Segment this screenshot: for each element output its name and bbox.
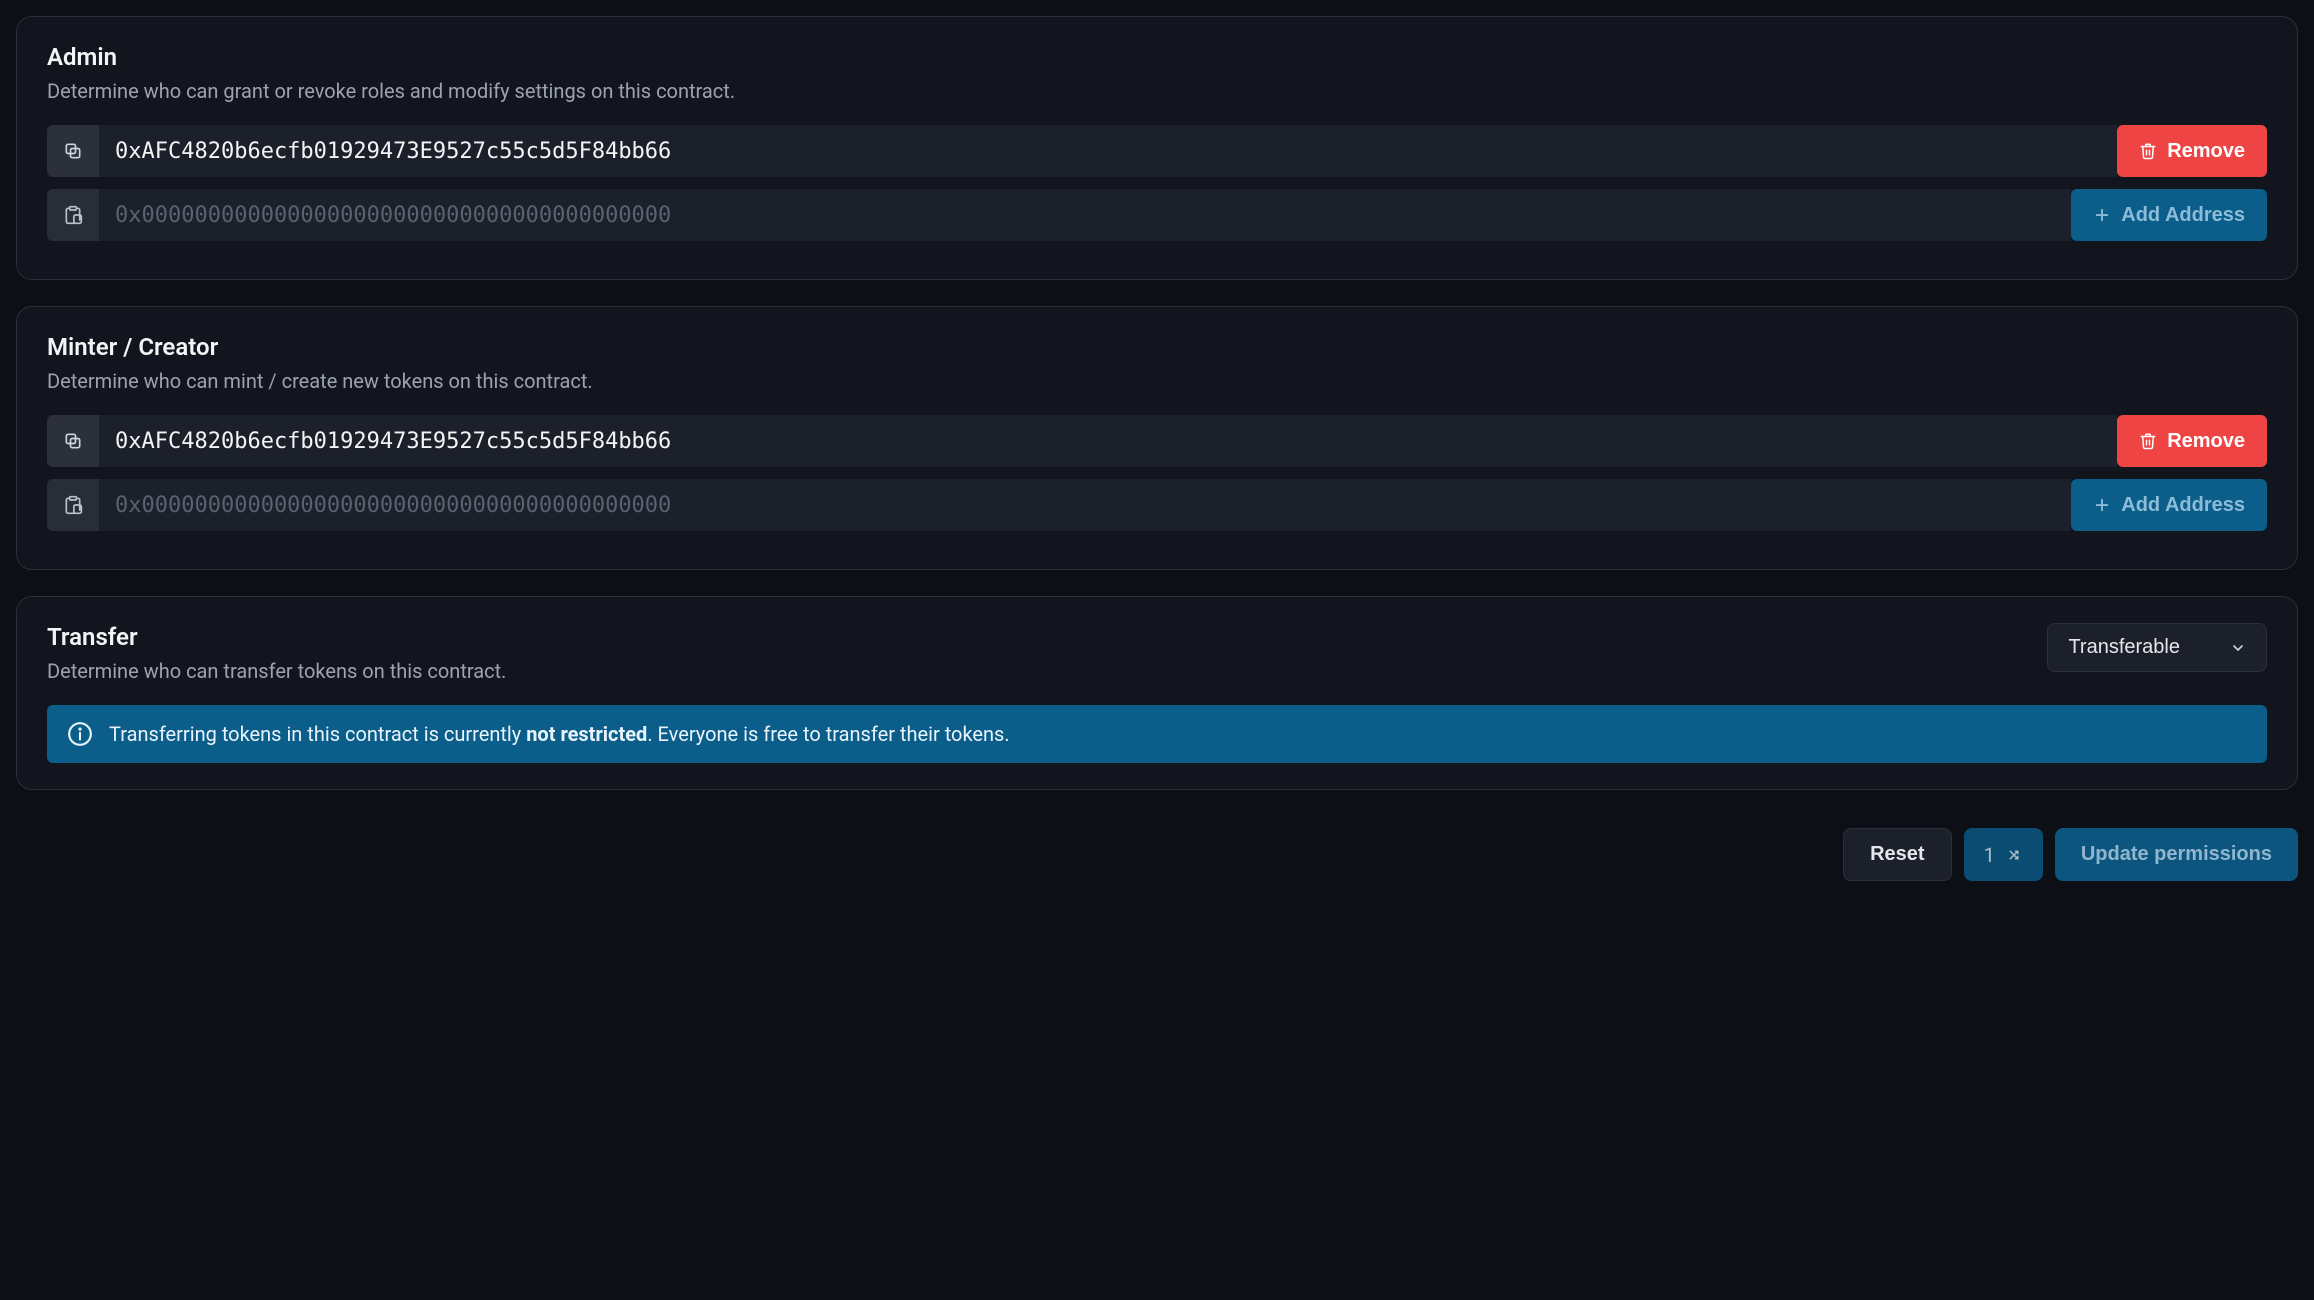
remove-button[interactable]: Remove xyxy=(2117,415,2267,467)
reset-button[interactable]: Reset xyxy=(1843,828,1951,881)
minter-address-row: Remove xyxy=(47,415,2267,467)
admin-address-wrap xyxy=(99,125,2117,177)
minter-title: Minter / Creator xyxy=(47,333,2267,361)
info-icon xyxy=(67,721,93,747)
copy-button[interactable] xyxy=(47,415,99,467)
admin-add-wrap xyxy=(99,189,2071,241)
transfer-title: Transfer xyxy=(47,623,506,651)
minter-address-input[interactable] xyxy=(99,429,2117,454)
minter-add-row: Add Address xyxy=(47,479,2267,531)
minter-description: Determine who can mint / create new toke… xyxy=(47,369,2267,393)
paste-button[interactable] xyxy=(47,479,99,531)
minter-add-wrap xyxy=(99,479,2071,531)
admin-title: Admin xyxy=(47,43,2267,71)
admin-add-input[interactable] xyxy=(99,203,2071,228)
transfer-select-value: Transferable xyxy=(2068,636,2180,659)
copy-icon xyxy=(63,431,83,451)
add-address-button[interactable]: Add Address xyxy=(2071,189,2267,241)
chevron-down-icon xyxy=(2230,640,2246,656)
banner-suffix: . Everyone is free to transfer their tok… xyxy=(647,722,1009,746)
admin-address-row: Remove xyxy=(47,125,2267,177)
plus-icon xyxy=(2093,206,2111,224)
transfer-head: Transfer Determine who can transfer toke… xyxy=(47,623,2267,683)
minter-address-wrap xyxy=(99,415,2117,467)
clipboard-icon xyxy=(63,205,83,225)
admin-add-row: Add Address xyxy=(47,189,2267,241)
minter-card: Minter / Creator Determine who can mint … xyxy=(16,306,2298,570)
update-permissions-button[interactable]: Update permissions xyxy=(2055,828,2298,881)
trash-icon xyxy=(2139,142,2157,160)
copy-button[interactable] xyxy=(47,125,99,177)
copy-icon xyxy=(63,141,83,161)
transfer-text: Transfer Determine who can transfer toke… xyxy=(47,623,506,683)
add-label: Add Address xyxy=(2121,494,2245,517)
transfer-card: Transfer Determine who can transfer toke… xyxy=(16,596,2298,790)
remove-label: Remove xyxy=(2167,140,2245,163)
pending-count: 1 xyxy=(1984,843,1995,867)
transfer-info-banner: Transferring tokens in this contract is … xyxy=(47,705,2267,763)
pending-count-chip: 1 xyxy=(1964,828,2043,881)
plus-icon xyxy=(2093,496,2111,514)
transfer-banner-text: Transferring tokens in this contract is … xyxy=(109,722,1010,746)
admin-card: Admin Determine who can grant or revoke … xyxy=(16,16,2298,280)
add-label: Add Address xyxy=(2121,204,2245,227)
transfer-description: Determine who can transfer tokens on thi… xyxy=(47,659,506,683)
minter-add-input[interactable] xyxy=(99,493,2071,518)
banner-prefix: Transferring tokens in this contract is … xyxy=(109,722,526,746)
footer: Reset 1 Update permissions xyxy=(16,816,2298,881)
paste-button[interactable] xyxy=(47,189,99,241)
add-address-button[interactable]: Add Address xyxy=(2071,479,2267,531)
trash-icon xyxy=(2139,432,2157,450)
admin-description: Determine who can grant or revoke roles … xyxy=(47,79,2267,103)
admin-address-input[interactable] xyxy=(99,139,2117,164)
transfer-select[interactable]: Transferable xyxy=(2047,623,2267,672)
remove-button[interactable]: Remove xyxy=(2117,125,2267,177)
swap-icon xyxy=(2005,846,2023,864)
remove-label: Remove xyxy=(2167,430,2245,453)
clipboard-icon xyxy=(63,495,83,515)
banner-bold: not restricted xyxy=(526,722,647,746)
